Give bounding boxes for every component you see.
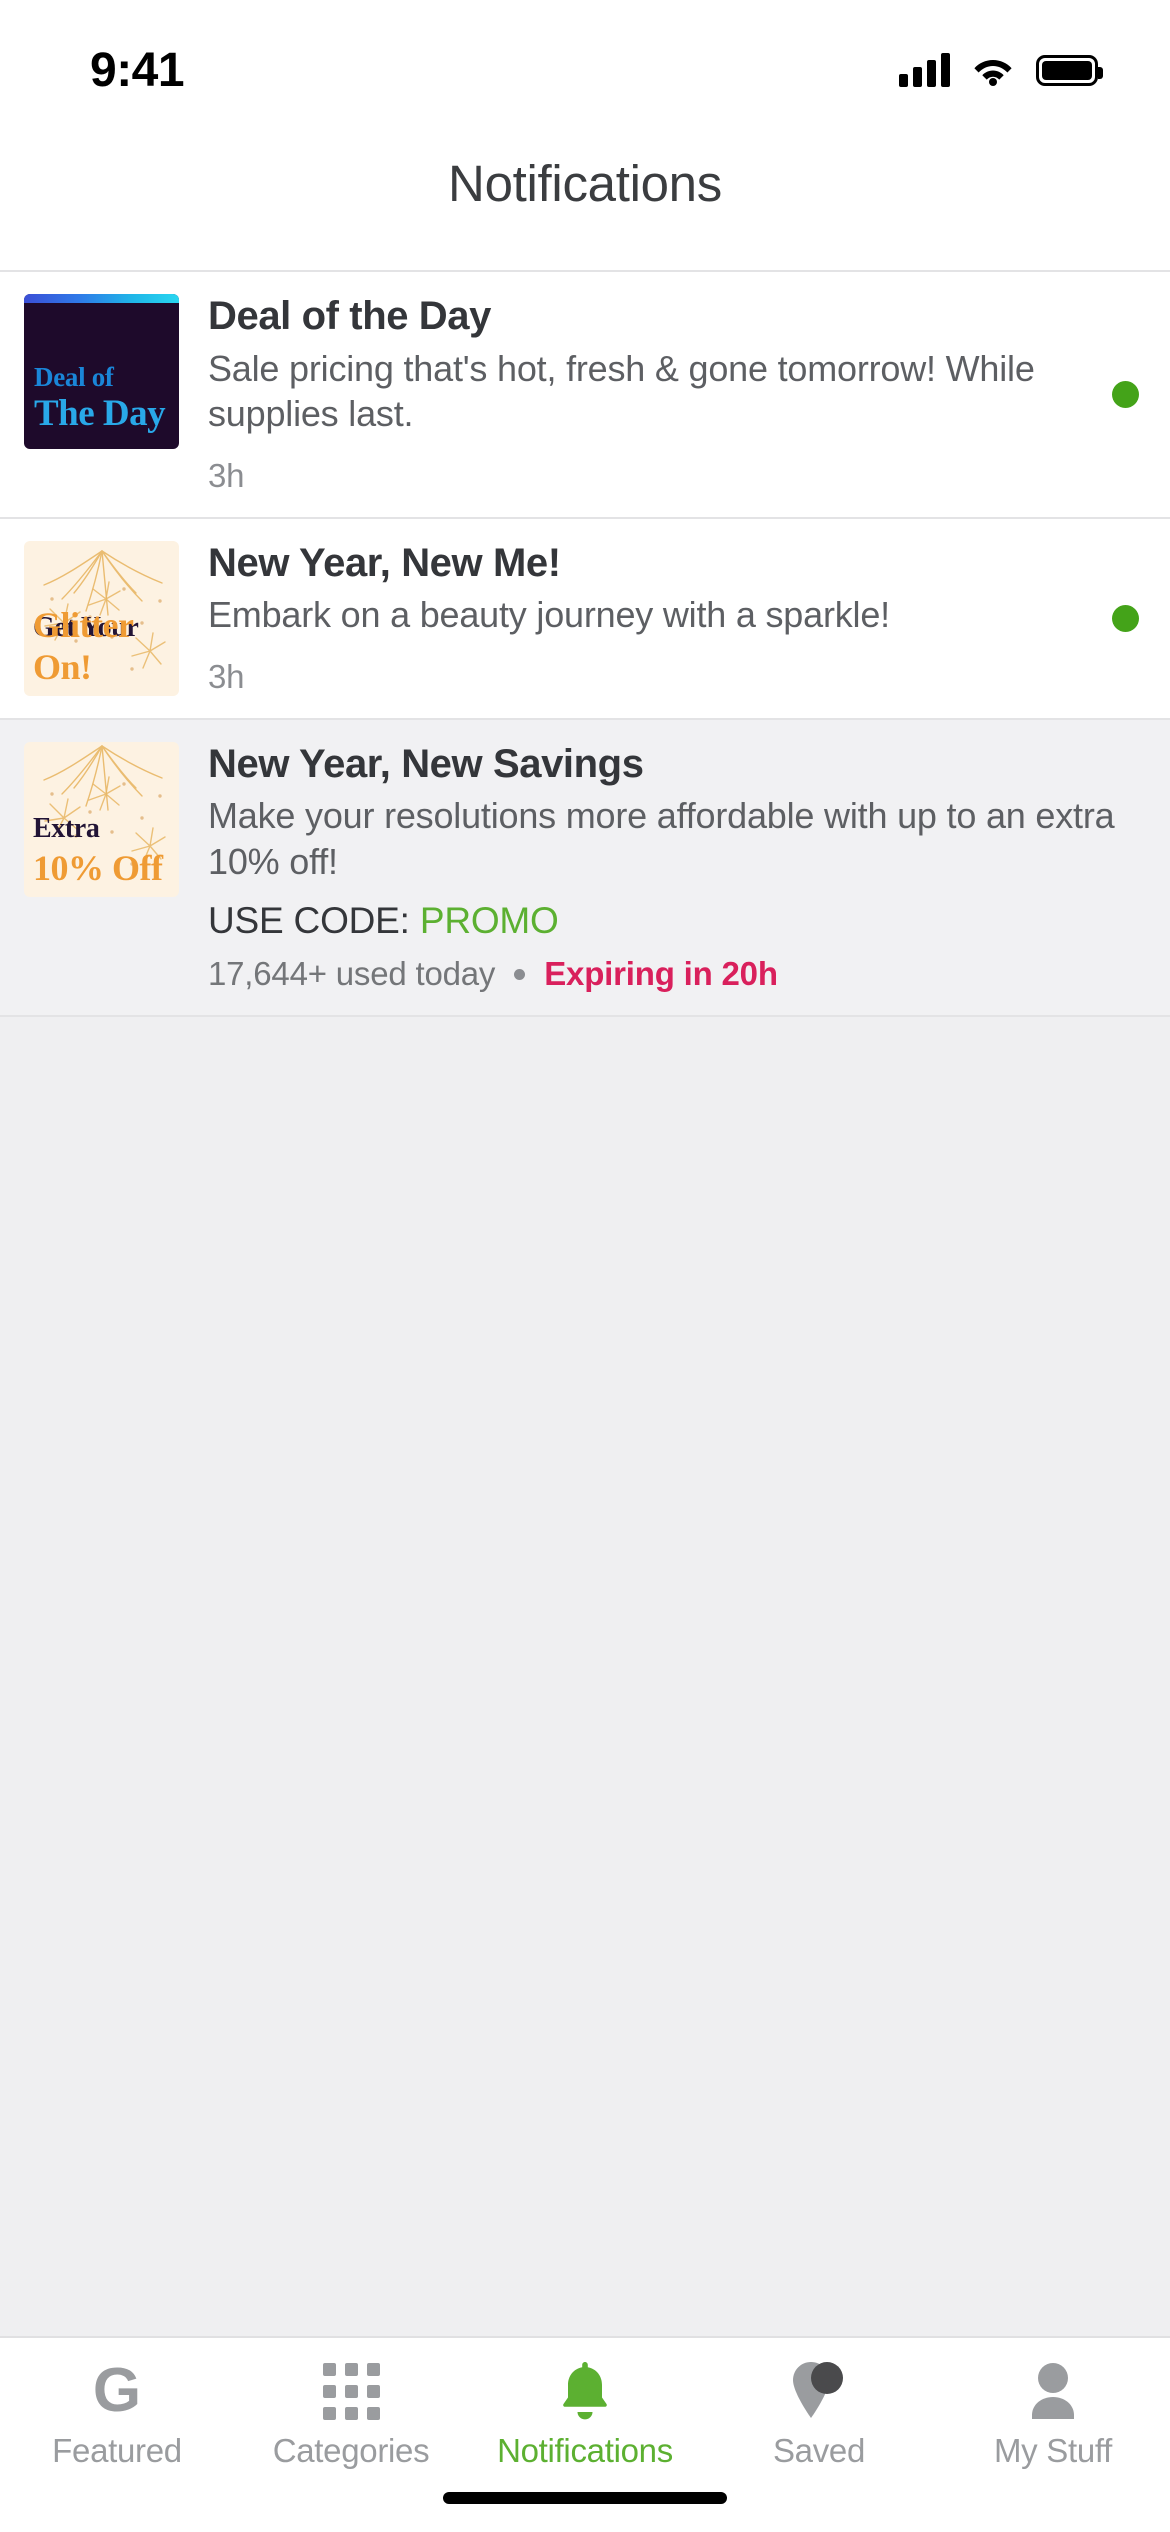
- thumbnail-line-1: Deal of: [34, 362, 114, 392]
- notification-timestamp: 3h: [208, 456, 245, 494]
- g-logo-icon: G: [92, 2356, 142, 2425]
- notification-thumbnail: Deal of The Day: [24, 294, 179, 449]
- tab-my-stuff[interactable]: My Stuff: [936, 2360, 1170, 2470]
- notification-body: New Year, New Me! Embark on a beauty jou…: [179, 541, 1080, 696]
- wifi-icon: [972, 55, 1014, 86]
- page-title: Notifications: [448, 155, 722, 212]
- notification-title: New Year, New Savings: [208, 741, 644, 786]
- unread-indicator-wrap: [1080, 541, 1170, 696]
- status-bar: 9:41: [0, 0, 1170, 132]
- notification-text: Embark on a beauty journey with a sparkl…: [208, 594, 890, 636]
- tab-label: Saved: [772, 2432, 866, 2469]
- tag-pin-icon: [789, 2360, 849, 2422]
- unread-indicator-wrap: [1080, 294, 1170, 495]
- grid-icon: [322, 2360, 380, 2422]
- tab-categories[interactable]: Categories: [234, 2360, 468, 2470]
- page-header: Notifications: [0, 132, 1170, 272]
- notification-text: Sale pricing that's hot, fresh & gone to…: [208, 347, 1035, 435]
- gradient-accent-bar: [24, 294, 179, 303]
- notification-thumbnail: Get Your Glitter On!: [24, 540, 179, 696]
- thumbnail-line-2: The Day: [34, 393, 166, 434]
- status-bar-time: 9:41: [90, 43, 185, 97]
- tab-notifications[interactable]: Notifications: [468, 2360, 702, 2470]
- battery-full-icon: [1036, 54, 1103, 86]
- status-bar-indicators: [899, 53, 1103, 87]
- tab-label: Notifications: [497, 2432, 673, 2469]
- notification-timestamp: 3h: [208, 657, 245, 695]
- notification-item-new-year-new-me[interactable]: Get Your Glitter On! New Year, New Me! E…: [0, 518, 1170, 720]
- promo-meta-row: 17,644+ used today Expiring in 20h: [208, 955, 1152, 993]
- promo-usage-count: 17,644+ used today: [208, 955, 496, 993]
- notification-title: New Year, New Me!: [208, 540, 561, 585]
- person-icon: [1026, 2360, 1080, 2422]
- promo-code-row[interactable]: USE CODE: PROMO: [208, 900, 1152, 942]
- notification-thumbnail: Extra 10% Off: [24, 741, 179, 897]
- bell-icon: [557, 2360, 613, 2422]
- tab-label: Categories: [272, 2432, 430, 2469]
- notification-item-deal-of-the-day[interactable]: Deal of The Day Deal of the Day Sale pri…: [0, 272, 1170, 519]
- cellular-signal-icon: [899, 53, 950, 87]
- unread-dot: [1111, 604, 1139, 632]
- notifications-screen: 9:41 Notifications Deal of The Day Deal …: [0, 0, 1170, 2532]
- tab-label: My Stuff: [993, 2432, 1113, 2469]
- thumbnail-line-1: Extra: [33, 812, 100, 844]
- unread-dot: [1111, 380, 1139, 408]
- promo-code-value: PROMO: [419, 900, 559, 942]
- home-indicator[interactable]: [443, 2492, 727, 2504]
- notification-list: Deal of The Day Deal of the Day Sale pri…: [0, 272, 1170, 1018]
- tab-saved[interactable]: Saved: [702, 2360, 936, 2470]
- tab-featured[interactable]: G Featured: [0, 2360, 234, 2470]
- tab-label: Featured: [52, 2432, 182, 2469]
- promo-expiry: Expiring in 20h: [544, 955, 778, 993]
- thumbnail-line-2: Glitter On!: [33, 604, 133, 687]
- notification-text: Make your resolutions more affordable wi…: [208, 795, 1115, 882]
- notification-body: New Year, New Savings Make your resoluti…: [179, 742, 1170, 994]
- thumbnail-line-2: 10% Off: [33, 847, 163, 888]
- notification-item-new-year-new-savings[interactable]: Extra 10% Off New Year, New Savings Make…: [0, 719, 1170, 1018]
- notification-body: Deal of the Day Sale pricing that's hot,…: [179, 294, 1080, 495]
- promo-code-label: USE CODE:: [208, 900, 410, 942]
- notification-title: Deal of the Day: [208, 294, 491, 338]
- bullet-separator-icon: [514, 968, 526, 980]
- empty-list-area: [0, 1017, 1170, 2336]
